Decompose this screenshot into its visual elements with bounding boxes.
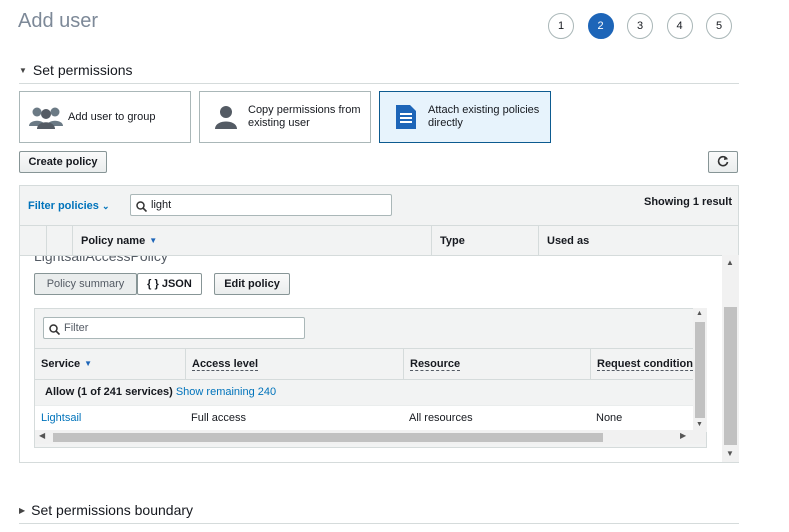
table-row: Lightsail Full access All resources None — [35, 405, 706, 430]
step-indicator: 1 2 3 4 5 — [548, 13, 746, 39]
scrollbar-thumb[interactable] — [695, 322, 705, 418]
summary-column-header: Service ▼ Access level Resource Request c… — [35, 348, 706, 380]
step-1[interactable]: 1 — [548, 13, 574, 39]
copy-permissions-option[interactable]: Copy permissions from existing user — [199, 91, 371, 143]
scroll-up-icon[interactable]: ▲ — [696, 310, 703, 317]
users-group-icon — [28, 104, 64, 130]
request-condition-column[interactable]: Request condition — [590, 349, 706, 379]
scroll-left-icon[interactable]: ◀ — [39, 431, 45, 440]
sort-desc-icon: ▼ — [149, 236, 158, 245]
scroll-down-icon[interactable]: ▼ — [726, 449, 734, 458]
set-permissions-boundary-header[interactable]: ▶ Set permissions boundary — [19, 502, 739, 524]
resource-value: All resources — [409, 412, 473, 424]
result-count: Showing 1 result — [643, 196, 732, 208]
service-column[interactable]: Service ▼ — [35, 349, 185, 379]
inner-vertical-scrollbar[interactable]: ▲ ▼ — [693, 308, 707, 432]
set-permissions-title: Set permissions — [32, 62, 133, 78]
condition-value: None — [596, 412, 623, 424]
service-filter-input[interactable]: Filter — [43, 317, 305, 339]
add-user-to-group-label: Add user to group — [68, 110, 156, 123]
resource-column[interactable]: Resource — [403, 349, 590, 379]
policy-search-value: light — [151, 199, 172, 211]
sort-desc-icon: ▼ — [84, 359, 93, 368]
policy-name-column[interactable]: Policy name ▼ — [72, 226, 431, 256]
policy-name-heading: LightsailAccessPolicy — [34, 256, 168, 264]
caret-down-icon: ▼ — [19, 66, 27, 75]
attach-existing-policies-option[interactable]: Attach existing policies directly — [379, 91, 551, 143]
chevron-down-icon: ⌄ — [101, 201, 110, 211]
set-permissions-boundary-title: Set permissions boundary — [31, 502, 194, 518]
service-link-lightsail[interactable]: Lightsail — [41, 412, 81, 424]
policies-table: Filter policies ⌄ light Showing 1 result… — [19, 185, 739, 463]
scroll-up-icon[interactable]: ▲ — [726, 258, 734, 267]
search-icon — [49, 322, 61, 342]
access-level-column[interactable]: Access level — [185, 349, 403, 379]
create-policy-button[interactable]: Create policy — [19, 151, 107, 173]
show-remaining-link[interactable]: Show remaining 240 — [176, 386, 276, 398]
allow-group-label: Allow (1 of 241 services) — [45, 386, 173, 398]
step-4[interactable]: 4 — [666, 13, 693, 39]
add-user-to-group-option[interactable]: Add user to group — [19, 91, 191, 143]
policy-summary-table: Filter Service ▼ Access level Resource Re… — [34, 308, 707, 448]
refresh-button[interactable] — [708, 151, 738, 173]
caret-right-icon: ▶ — [19, 506, 26, 515]
scrollbar-thumb[interactable] — [53, 433, 603, 442]
copy-permissions-label: Copy permissions from existing user — [248, 104, 361, 129]
search-icon — [136, 199, 148, 219]
scroll-right-icon[interactable]: ▶ — [680, 431, 686, 440]
horizontal-scrollbar[interactable]: ◀ ▶ — [35, 430, 706, 444]
step-2-active[interactable]: 2 — [587, 13, 614, 39]
scrollbar-thumb[interactable] — [724, 307, 737, 445]
page-title: Add user — [18, 10, 99, 32]
step-3[interactable]: 3 — [627, 13, 653, 39]
scroll-down-icon[interactable]: ▼ — [696, 421, 703, 428]
attach-existing-policies-label: Attach existing policies directly — [428, 104, 540, 129]
policies-column-header: Policy name ▼ Type Used as — [20, 226, 738, 256]
tab-json[interactable]: { } JSON — [137, 273, 202, 295]
tab-policy-summary[interactable]: Policy summary — [34, 273, 137, 295]
allow-group-row: Allow (1 of 241 services) Show remaining… — [35, 380, 706, 405]
refresh-icon — [717, 155, 729, 170]
document-icon — [388, 104, 424, 130]
set-permissions-header[interactable]: ▼ Set permissions — [19, 62, 739, 84]
edit-policy-button[interactable]: Edit policy — [214, 273, 290, 295]
outer-vertical-scrollbar[interactable]: ▲ ▼ — [722, 255, 739, 462]
user-icon — [208, 104, 244, 130]
filter-policies-dropdown[interactable]: Filter policies ⌄ — [28, 200, 110, 212]
policy-search-input[interactable]: light — [130, 194, 392, 216]
step-5[interactable]: 5 — [706, 13, 732, 39]
type-column[interactable]: Type — [431, 226, 538, 256]
filter-bar: Filter policies ⌄ light Showing 1 result — [20, 186, 738, 226]
policy-detail-panel: LightsailAccessPolicy Policy summary { }… — [20, 256, 723, 462]
access-level-value: Full access — [191, 412, 247, 424]
select-column — [46, 226, 72, 256]
used-as-column[interactable]: Used as — [538, 226, 738, 256]
service-filter-placeholder: Filter — [64, 322, 89, 334]
